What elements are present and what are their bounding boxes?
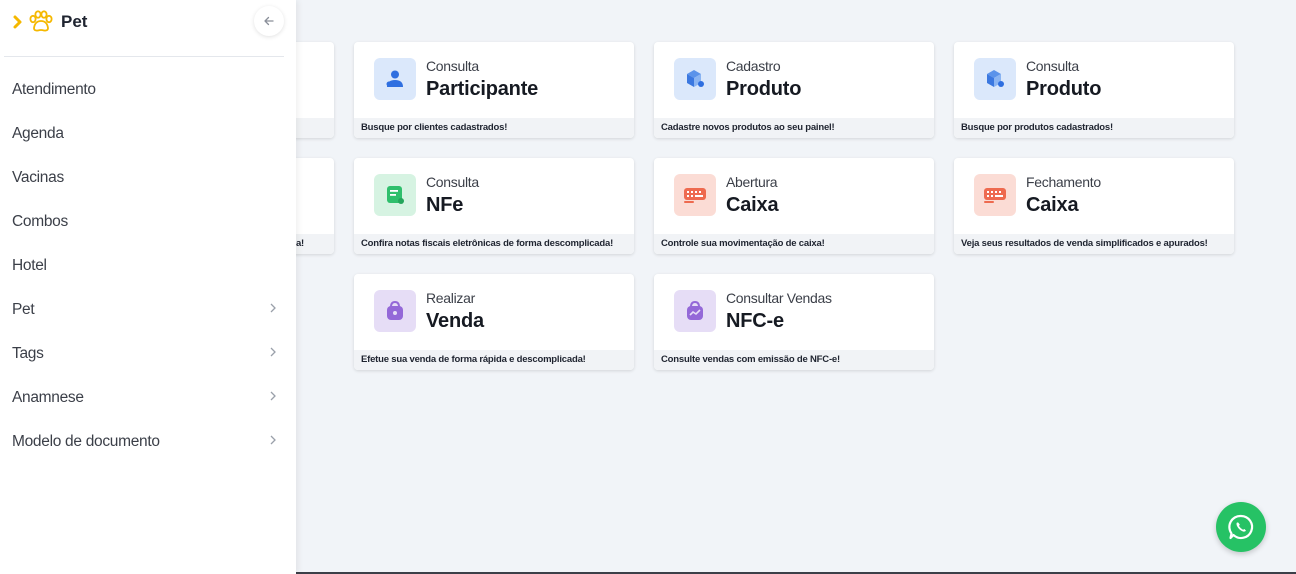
- sidebar-item-pet[interactable]: Pet: [0, 288, 296, 332]
- card-footer: Cadastre novos produtos ao seu painel!: [654, 118, 934, 138]
- card-realizar-venda[interactable]: Realizar Venda Efetue sua venda de forma…: [354, 274, 634, 370]
- cash-register-icon: [674, 174, 716, 216]
- card-consulta-nfe[interactable]: Consulta NFe Confira notas fiscais eletr…: [354, 158, 634, 254]
- card-subtitle: Consultar Vendas: [726, 290, 832, 306]
- chevron-right-icon[interactable]: [12, 14, 24, 30]
- card-title: Produto: [1026, 78, 1102, 100]
- sidebar-item-label: Atendimento: [12, 81, 96, 98]
- card-abertura-caixa[interactable]: Abertura Caixa Controle sua movimentação…: [654, 158, 934, 254]
- sidebar: Pet Atendimento Agenda Vacinas Combos Ho…: [0, 0, 296, 574]
- shopping-bag-icon: [374, 290, 416, 332]
- sidebar-item-label: Combos: [12, 213, 68, 230]
- card-subtitle: Abertura: [726, 174, 778, 190]
- sidebar-title: Pet: [61, 12, 88, 31]
- sales-bag-icon: [674, 290, 716, 332]
- sidebar-item-agenda[interactable]: Agenda: [0, 112, 296, 156]
- sidebar-item-anamnese[interactable]: Anamnese: [0, 376, 296, 420]
- sidebar-item-label: Agenda: [12, 125, 64, 142]
- whatsapp-button[interactable]: [1216, 502, 1266, 552]
- sidebar-item-tags[interactable]: Tags: [0, 332, 296, 376]
- card-title: Produto: [726, 78, 802, 100]
- box-icon: [674, 58, 716, 100]
- sidebar-item-atendimento[interactable]: Atendimento: [0, 68, 296, 112]
- card-subtitle: Consulta: [426, 174, 479, 190]
- sidebar-item-label: Tags: [12, 345, 44, 362]
- card-fechamento-caixa[interactable]: Fechamento Caixa Veja seus resultados de…: [954, 158, 1234, 254]
- card-title: NFC-e: [726, 310, 784, 332]
- sidebar-item-modelo-de-documento[interactable]: Modelo de documento: [0, 420, 296, 464]
- sidebar-header: Pet: [4, 0, 284, 57]
- sidebar-item-label: Pet: [12, 301, 35, 318]
- card-subtitle: Consulta: [426, 58, 479, 74]
- card-consultar-vendas-nfce[interactable]: Consultar Vendas NFC-e Consulte vendas c…: [654, 274, 934, 370]
- card-subtitle: Realizar: [426, 290, 475, 306]
- card-title: Venda: [426, 310, 484, 332]
- box-icon: [974, 58, 1016, 100]
- collapse-sidebar-button[interactable]: [254, 6, 284, 36]
- card-cadastro-produto[interactable]: Cadastro Produto Cadastre novos produtos…: [654, 42, 934, 138]
- sidebar-item-label: Hotel: [12, 257, 47, 274]
- card-consulta-produto[interactable]: Consulta Produto Busque por produtos cad…: [954, 42, 1234, 138]
- sidebar-item-label: Modelo de documento: [12, 433, 160, 450]
- card-footer: Veja seus resultados de venda simplifica…: [954, 234, 1234, 254]
- card-title: NFe: [426, 194, 464, 216]
- cash-register-icon: [974, 174, 1016, 216]
- card-consulta-participante[interactable]: Consulta Participante Busque por cliente…: [354, 42, 634, 138]
- card-subtitle: Fechamento: [1026, 174, 1101, 190]
- arrow-left-icon: [264, 16, 274, 26]
- card-title: Caixa: [1026, 194, 1079, 216]
- card-title: Participante: [426, 78, 539, 100]
- card-subtitle: Consulta: [1026, 58, 1079, 74]
- user-icon: [374, 58, 416, 100]
- card-footer: Controle sua movimentação de caixa!: [654, 234, 934, 254]
- sidebar-item-label: Anamnese: [12, 389, 84, 406]
- card-footer: Busque por clientes cadastrados!: [354, 118, 634, 138]
- sidebar-item-hotel[interactable]: Hotel: [0, 244, 296, 288]
- paw-icon: [29, 10, 53, 32]
- card-footer: Confira notas fiscais eletrônicas de for…: [354, 234, 634, 254]
- card-subtitle: Cadastro: [726, 58, 781, 74]
- whatsapp-icon: [1228, 514, 1254, 540]
- card-footer: Busque por produtos cadastrados!: [954, 118, 1234, 138]
- chevron-right-icon: [270, 303, 276, 313]
- sidebar-item-vacinas[interactable]: Vacinas: [0, 156, 296, 200]
- card-footer: Consulte vendas com emissão de NFC-e!: [654, 350, 934, 370]
- sidebar-nav: Atendimento Agenda Vacinas Combos Hotel …: [0, 68, 296, 464]
- receipt-icon: [374, 174, 416, 216]
- chevron-right-icon: [270, 391, 276, 401]
- sidebar-item-combos[interactable]: Combos: [0, 200, 296, 244]
- card-footer: Efetue sua venda de forma rápida e desco…: [354, 350, 634, 370]
- chevron-right-icon: [270, 347, 276, 357]
- chevron-right-icon: [270, 435, 276, 445]
- sidebar-item-label: Vacinas: [12, 169, 64, 186]
- card-title: Caixa: [726, 194, 779, 216]
